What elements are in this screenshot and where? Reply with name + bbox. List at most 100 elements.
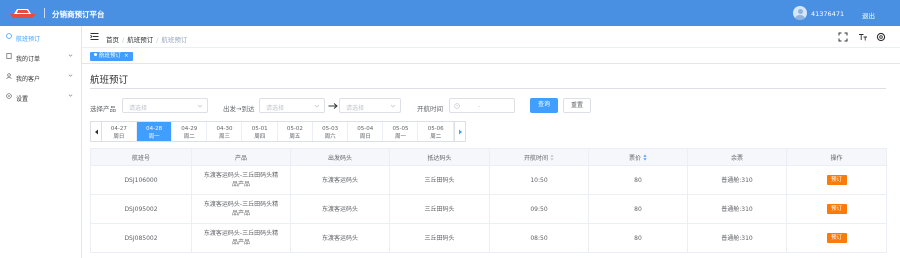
cell-flight-no: DSJ085002 bbox=[90, 223, 192, 253]
chevron-down-icon bbox=[68, 73, 73, 77]
cell-price: 80 bbox=[588, 194, 688, 224]
logo-divider bbox=[44, 8, 45, 18]
col-departure-pier: 出发码头 bbox=[290, 148, 390, 166]
date-cell-05-02[interactable]: 05-02 周五 bbox=[278, 122, 313, 141]
chevron-down-icon bbox=[390, 104, 396, 108]
order-icon bbox=[6, 53, 12, 59]
date-label: 05-05 bbox=[392, 125, 409, 132]
weekday-label: 周五 bbox=[289, 133, 301, 140]
gear-icon bbox=[6, 93, 12, 99]
cell-remaining-tickets: 普通舱:310 bbox=[687, 165, 787, 195]
chevron-down-icon bbox=[68, 53, 73, 57]
tag-label: 航班预订 bbox=[99, 52, 122, 59]
tag-flight-booking[interactable]: 航班预订 × bbox=[90, 51, 133, 61]
col-flight-no: 航班号 bbox=[90, 148, 192, 166]
close-icon[interactable]: × bbox=[124, 53, 129, 59]
date-cell-04-29[interactable]: 04-29 周二 bbox=[172, 122, 208, 141]
sidebar-item-label: 航班预订 bbox=[16, 35, 41, 43]
col-action: 操作 bbox=[786, 148, 887, 166]
date-label: 04-27 bbox=[110, 125, 127, 132]
breadcrumb-home[interactable]: 首页 bbox=[106, 36, 119, 44]
clock-icon bbox=[454, 102, 460, 109]
cell-arrival-pier: 三丘田码头 bbox=[389, 165, 490, 195]
arrow-right-icon bbox=[328, 103, 338, 109]
logout-button[interactable]: 退出 bbox=[862, 10, 875, 20]
book-button[interactable]: 预订 bbox=[826, 204, 847, 214]
col-price[interactable]: 票价 bbox=[588, 148, 688, 166]
date-selector: 04-27 周日 04-28 周一 04-29 周二 04-30 周三 05-01 周四 05-02… bbox=[90, 121, 466, 142]
weekday-label: 周三 bbox=[218, 133, 230, 140]
weekday-label: 周四 bbox=[254, 133, 266, 140]
fullscreen-icon[interactable] bbox=[838, 32, 848, 42]
departure-time-label: 开航时间 bbox=[417, 105, 443, 113]
chevron-down-icon bbox=[314, 104, 320, 108]
chevron-down-icon bbox=[197, 104, 203, 108]
date-label: 05-04 bbox=[357, 125, 374, 132]
date-label: 05-01 bbox=[251, 125, 268, 132]
date-cell-04-30[interactable]: 04-30 周三 bbox=[207, 122, 243, 141]
cell-remaining-tickets: 普通舱:310 bbox=[687, 223, 787, 253]
breadcrumb: 首页 / 航班预订 / 航班预订 bbox=[106, 35, 188, 44]
sort-icon[interactable] bbox=[550, 154, 554, 161]
chevron-down-icon bbox=[68, 93, 73, 97]
date-label: 04-28 bbox=[146, 125, 163, 132]
sidebar: 航班预订 我的订单 我的客户 设置 bbox=[0, 26, 82, 258]
cell-departure-pier: 东渡客运码头 bbox=[290, 223, 390, 253]
col-departure-time[interactable]: 开航时间 bbox=[489, 148, 589, 166]
search-button[interactable]: 查询 bbox=[530, 98, 558, 113]
departure-time-picker[interactable]: - bbox=[449, 98, 515, 113]
avatar[interactable] bbox=[793, 6, 807, 20]
book-button[interactable]: 预订 bbox=[826, 233, 847, 243]
date-list: 04-27 周日 04-28 周一 04-29 周二 04-30 周三 05-01 周四 05-02… bbox=[102, 121, 454, 142]
weekday-label: 周一 bbox=[394, 133, 406, 140]
app-title: 分销商预订平台 bbox=[52, 10, 105, 19]
tags-view-bar: 航班预订 × bbox=[82, 48, 900, 64]
sidebar-item-settings[interactable]: 设置 bbox=[0, 90, 82, 104]
reset-button[interactable]: 重置 bbox=[563, 98, 591, 113]
breadcrumb-flight-booking[interactable]: 航班预订 bbox=[127, 36, 153, 44]
cell-departure-time: 10:50 bbox=[489, 165, 589, 195]
table-row: DSJ095002 东渡客运码头-三丘田码头精 品产品 东渡客运码头 三丘田码头 … bbox=[90, 194, 887, 224]
departure-select[interactable]: 请选择 bbox=[259, 98, 325, 113]
next-date-button[interactable] bbox=[454, 121, 466, 142]
font-size-icon[interactable] bbox=[858, 32, 868, 42]
cell-price: 80 bbox=[588, 165, 688, 195]
cell-flight-no: DSJ095002 bbox=[90, 194, 192, 224]
sidebar-item-label: 我的客户 bbox=[16, 75, 41, 83]
cell-flight-no: DSJ106000 bbox=[90, 165, 192, 195]
sort-icon[interactable] bbox=[643, 154, 647, 161]
date-cell-04-28[interactable]: 04-28 周一 bbox=[137, 122, 172, 141]
date-cell-05-01[interactable]: 05-01 周四 bbox=[242, 122, 278, 141]
weekday-label: 周一 bbox=[148, 133, 160, 140]
settings-icon[interactable] bbox=[876, 32, 886, 42]
date-label: 04-29 bbox=[181, 125, 198, 132]
date-cell-05-04[interactable]: 05-04 周日 bbox=[348, 122, 384, 141]
sidebar-item-flight-booking[interactable]: 航班预订 bbox=[0, 30, 82, 44]
date-cell-04-27[interactable]: 04-27 周日 bbox=[102, 122, 137, 141]
book-button[interactable]: 预订 bbox=[826, 175, 847, 185]
sidebar-item-my-customers[interactable]: 我的客户 bbox=[0, 70, 82, 84]
flight-table: 航班号 产品 出发码头 抵达码头 开航时间 票价 余票 操作 DSJ106000… bbox=[90, 148, 887, 253]
product-select[interactable]: 请选择 bbox=[122, 98, 208, 113]
sidebar-item-label: 设置 bbox=[16, 95, 29, 103]
col-remaining-tickets: 余票 bbox=[687, 148, 787, 166]
arrival-select[interactable]: 请选择 bbox=[339, 98, 401, 113]
date-label: 05-03 bbox=[322, 125, 339, 132]
breadcrumb-bar: 首页 / 航班预订 / 航班预订 bbox=[82, 26, 900, 48]
date-label: 04-30 bbox=[216, 125, 233, 132]
cell-remaining-tickets: 普通舱:310 bbox=[687, 194, 787, 224]
sidebar-item-my-orders[interactable]: 我的订单 bbox=[0, 50, 82, 64]
table-header-row: 航班号 产品 出发码头 抵达码头 开航时间 票价 余票 操作 bbox=[90, 148, 887, 166]
cell-action: 预订 bbox=[786, 223, 887, 253]
user-id: 41376471 bbox=[811, 9, 845, 18]
date-cell-05-05[interactable]: 05-05 周一 bbox=[383, 122, 419, 141]
date-cell-05-06[interactable]: 05-06 周二 bbox=[418, 122, 454, 141]
cell-action: 预订 bbox=[786, 194, 887, 224]
menu-fold-icon[interactable] bbox=[90, 32, 99, 41]
table-row: DSJ106000 东渡客运码头-三丘田码头精 品产品 东渡客运码头 三丘田码头 … bbox=[90, 165, 887, 195]
title-divider bbox=[90, 88, 886, 89]
cell-departure-pier: 东渡客运码头 bbox=[290, 194, 390, 224]
date-cell-05-03[interactable]: 05-03 周六 bbox=[313, 122, 348, 141]
prev-date-button[interactable] bbox=[90, 121, 102, 142]
cell-arrival-pier: 三丘田码头 bbox=[389, 194, 490, 224]
